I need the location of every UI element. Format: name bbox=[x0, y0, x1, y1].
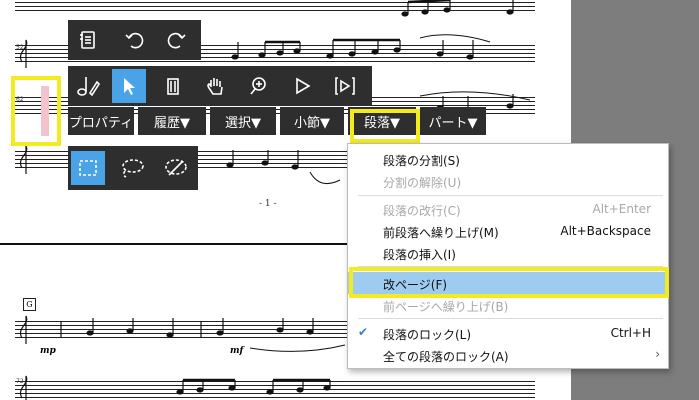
document-icon[interactable] bbox=[71, 23, 105, 57]
redo-icon[interactable] bbox=[160, 23, 194, 57]
menu-item-highlight bbox=[349, 267, 669, 298]
menu-highlight bbox=[350, 109, 420, 143]
menu-item-paragraph-break: 段落の改行(C) Alt+Enter bbox=[348, 198, 668, 220]
paragraph-dropdown-menu: 段落の分割(S) 分割の解除(U) 段落の改行(C) Alt+Enter 前段落… bbox=[347, 143, 669, 369]
menu-item-split-paragraph[interactable]: 段落の分割(S) bbox=[348, 148, 668, 170]
zoom-in-icon[interactable] bbox=[242, 69, 276, 103]
menu-item-label: 段落の挿入(I) bbox=[383, 248, 456, 262]
menu-item-label: 全ての段落のロック(A) bbox=[383, 350, 509, 364]
menu-item-shortcut: Alt+Enter bbox=[592, 202, 651, 216]
menu-part[interactable]: パート▼ bbox=[420, 107, 486, 135]
hand-icon[interactable] bbox=[199, 69, 233, 103]
lasso-brush-icon[interactable] bbox=[159, 151, 193, 185]
menu-item-move-to-previous-paragraph[interactable]: 前段落へ繰り上げ(M) Alt+Backspace bbox=[348, 220, 668, 242]
menu-measure[interactable]: 小節▼ bbox=[280, 107, 344, 135]
menu-item-label: 分割の解除(U) bbox=[383, 176, 462, 190]
menu-item-lock-all-paragraphs[interactable]: 全ての段落のロック(A) › bbox=[348, 344, 668, 366]
menu-item-shortcut: Alt+Backspace bbox=[560, 224, 651, 238]
menu-separator bbox=[358, 318, 663, 319]
menu-item-label: 段落の改行(C) bbox=[383, 204, 461, 218]
submenu-arrow-icon: › bbox=[655, 347, 660, 361]
eraser-icon[interactable] bbox=[156, 69, 190, 103]
menu-properties[interactable]: プロパティ bbox=[68, 107, 134, 135]
menu-separator bbox=[358, 195, 663, 196]
play-box-icon[interactable] bbox=[328, 69, 362, 103]
menu-item-shortcut: Ctrl+H bbox=[610, 326, 651, 340]
rect-select-icon[interactable] bbox=[71, 151, 105, 185]
select-arrow-icon[interactable] bbox=[112, 69, 146, 103]
menu-history[interactable]: 履歴▼ bbox=[138, 107, 206, 135]
undo-icon[interactable] bbox=[117, 23, 151, 57]
menu-item-insert-paragraph[interactable]: 段落の挿入(I) bbox=[348, 242, 668, 264]
play-icon[interactable] bbox=[285, 69, 319, 103]
menu-item-label: 前ページへ繰り上げ(B) bbox=[383, 300, 509, 314]
checkmark-icon: ✔ bbox=[358, 325, 369, 339]
menu-select[interactable]: 選択▼ bbox=[210, 107, 276, 135]
menu-item-lock-paragraph[interactable]: ✔ 段落のロック(L) Ctrl+H bbox=[348, 322, 668, 344]
staff-highlight bbox=[11, 76, 61, 146]
menu-item-label: 段落の分割(S) bbox=[383, 154, 460, 168]
menu-item-label: 前段落へ繰り上げ(M) bbox=[383, 226, 499, 240]
menu-item-label: 段落のロック(L) bbox=[383, 328, 472, 342]
note-pen-icon[interactable] bbox=[71, 69, 105, 103]
menu-item-unsplit: 分割の解除(U) bbox=[348, 170, 668, 192]
lasso-icon[interactable] bbox=[115, 151, 149, 185]
